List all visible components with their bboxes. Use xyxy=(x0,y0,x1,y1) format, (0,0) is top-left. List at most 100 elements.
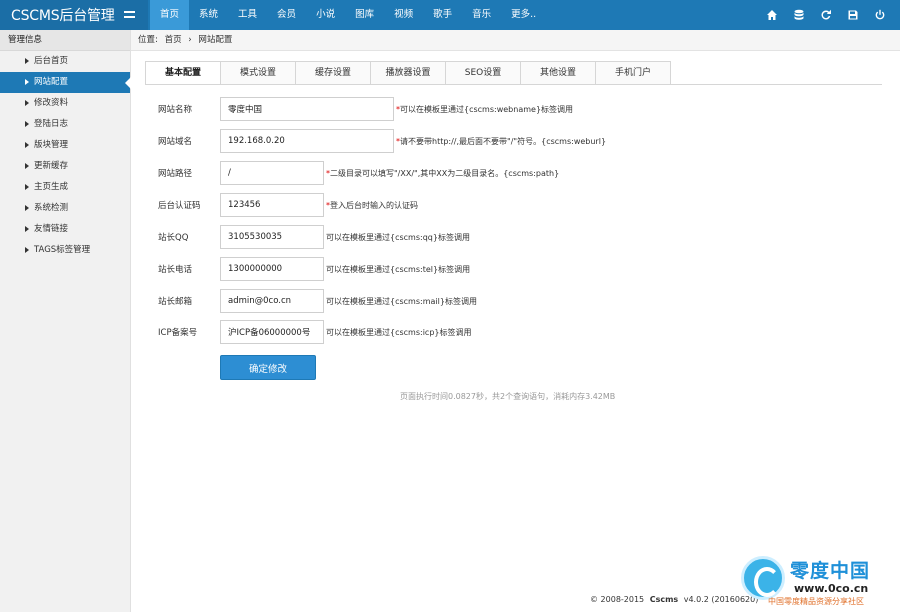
sidebar-menu: 后台首页网站配置修改资料登陆日志版块管理更新缓存主页生成系统检测友情链接 TAGS… xyxy=(0,51,131,261)
form-row: 站长邮箱 可以在模板里通过{cscms:mail}标签调用 xyxy=(158,289,477,313)
sidebar-item[interactable]: TAGS标签管理 xyxy=(0,240,130,261)
field-hint-text: 登入后台时输入的认证码 xyxy=(330,200,418,210)
settings-tabs: 基本配置 模式设置 缓存设置 播放器设置 SEO设置 其他设置 手机门户 xyxy=(145,61,671,85)
form-row: 网站域名 *请不要带http://,最后面不要带"/"符号。{cscms:webu… xyxy=(158,129,606,153)
caret-right-icon xyxy=(25,163,29,169)
field-hint-text: 可以在模板里通过{cscms:tel}标签调用 xyxy=(326,264,471,274)
sidebar-item[interactable]: 登陆日志 xyxy=(0,114,130,135)
field-hint-text: 可以在模板里通过{cscms:mail}标签调用 xyxy=(326,296,477,306)
sidebar-item[interactable]: 主页生成 xyxy=(0,177,130,198)
field-label: 站长电话 xyxy=(158,265,193,275)
form-row: 站长电话 可以在模板里通过{cscms:tel}标签调用 xyxy=(158,257,470,281)
nav-item[interactable]: 会员 xyxy=(267,0,306,30)
field-input[interactable] xyxy=(220,320,324,344)
field-hint: 可以在模板里通过{cscms:mail}标签调用 xyxy=(326,296,477,307)
breadcrumb-home-link[interactable]: 首页 xyxy=(165,35,182,45)
caret-right-icon xyxy=(25,184,29,190)
nav-item[interactable]: 工具 xyxy=(228,0,267,30)
nav-item[interactable]: 首页 xyxy=(150,0,190,30)
settings-tab[interactable]: 缓存设置 xyxy=(295,61,371,84)
sidebar-item[interactable]: 后台首页 xyxy=(0,51,130,72)
field-hint: 可以在模板里通过{cscms:qq}标签调用 xyxy=(326,232,470,243)
breadcrumb-separator: › xyxy=(188,35,192,45)
sidebar-item[interactable]: 系统检测 xyxy=(0,198,130,219)
nav-item[interactable]: 音乐 xyxy=(462,0,501,30)
top-nav: 首页 系统 工具 会员 小说 图库 视频 歌手 音乐 更多.. xyxy=(150,0,546,30)
form-row: 网站名称 *可以在模板里通过{cscms:webname}标签调用 xyxy=(158,97,573,121)
field-hint: 可以在模板里通过{cscms:icp}标签调用 xyxy=(326,327,472,338)
field-input[interactable] xyxy=(220,289,324,313)
sidebar-item[interactable]: 更新缓存 xyxy=(0,156,130,177)
sidebar-title: 管理信息 xyxy=(0,30,130,51)
field-input[interactable] xyxy=(220,257,324,281)
caret-right-icon xyxy=(25,247,29,253)
nav-item[interactable]: 更多.. xyxy=(501,0,546,30)
settings-tab[interactable]: 模式设置 xyxy=(220,61,296,84)
field-label: 网站域名 xyxy=(158,137,193,147)
field-label: ICP备案号 xyxy=(158,328,198,338)
field-input[interactable] xyxy=(220,97,394,121)
submit-button[interactable]: 确定修改 xyxy=(220,355,316,380)
field-input[interactable] xyxy=(220,225,324,249)
sidebar-item-label: 修改资料 xyxy=(34,98,69,108)
power-icon[interactable] xyxy=(874,9,886,21)
caret-right-icon xyxy=(25,79,29,85)
save-icon[interactable] xyxy=(847,9,859,21)
field-hint-text: 可以在模板里通过{cscms:webname}标签调用 xyxy=(400,104,574,114)
field-label: 站长邮箱 xyxy=(158,297,193,307)
top-icon-bar xyxy=(766,0,886,30)
settings-tab[interactable]: 基本配置 xyxy=(145,61,221,85)
home-icon[interactable] xyxy=(766,9,778,21)
breadcrumb-current: 网站配置 xyxy=(198,35,233,45)
settings-tab[interactable]: 播放器设置 xyxy=(370,61,446,84)
nav-item[interactable]: 歌手 xyxy=(423,0,462,30)
watermark-subtitle: 中国零度精品资源分享社区 xyxy=(768,597,864,606)
sidebar-item[interactable]: 友情链接 xyxy=(0,219,130,240)
watermark-logo: 零度中国 www.0co.cn 中国零度精品资源分享社区 xyxy=(738,556,898,612)
sidebar-item[interactable]: 版块管理 xyxy=(0,135,130,156)
field-input[interactable] xyxy=(220,129,394,153)
app-title: CSCMS后台管理 xyxy=(11,8,115,24)
settings-tab[interactable]: 手机门户 xyxy=(595,61,671,84)
caret-right-icon xyxy=(25,121,29,127)
footer-copyright: © 2008-2015 xyxy=(590,595,645,604)
sidebar: 管理信息 后台首页网站配置修改资料登陆日志版块管理更新缓存主页生成系统检测友情链… xyxy=(0,30,131,612)
form-row: 网站路径 *二级目录可以填写"/XX/",其中XX为二级目录名。{cscms:pa… xyxy=(158,161,559,185)
nav-item[interactable]: 小说 xyxy=(306,0,345,30)
breadcrumb-prefix: 位置: xyxy=(138,35,158,45)
footer: © 2008-2015 Cscms v4.0.2 (20160620) xyxy=(590,595,758,604)
sidebar-item[interactable]: 网站配置 xyxy=(0,72,131,93)
sidebar-item-label: 登陆日志 xyxy=(34,119,69,129)
sidebar-item-label: 系统检测 xyxy=(34,203,69,213)
sidebar-item-label: 版块管理 xyxy=(34,140,69,150)
field-hint-text: 可以在模板里通过{cscms:icp}标签调用 xyxy=(326,327,472,337)
settings-tab[interactable]: SEO设置 xyxy=(445,61,521,84)
performance-info: 页面执行时间0.0827秒，共2个查询语句，消耗内存3.42MB xyxy=(400,392,616,401)
sidebar-item-label: 更新缓存 xyxy=(34,161,69,171)
watermark-circle-icon xyxy=(741,556,785,600)
field-hint-text: 可以在模板里通过{cscms:qq}标签调用 xyxy=(326,232,470,242)
caret-right-icon xyxy=(25,58,29,64)
nav-item[interactable]: 系统 xyxy=(189,0,228,30)
field-label: 网站名称 xyxy=(158,105,193,115)
field-hint: *可以在模板里通过{cscms:webname}标签调用 xyxy=(396,104,574,114)
database-icon[interactable] xyxy=(793,9,805,21)
caret-right-icon xyxy=(25,100,29,106)
sidebar-item[interactable]: 修改资料 xyxy=(0,93,130,114)
settings-tab[interactable]: 其他设置 xyxy=(520,61,596,84)
nav-item[interactable]: 图库 xyxy=(345,0,384,30)
field-input[interactable] xyxy=(220,193,324,217)
nav-item[interactable]: 视频 xyxy=(384,0,423,30)
menu-toggle-icon[interactable] xyxy=(122,6,138,22)
field-input[interactable] xyxy=(220,161,324,185)
caret-right-icon xyxy=(25,226,29,232)
top-bar: CSCMS后台管理 首页 系统 工具 会员 小说 图库 视频 歌手 音乐 更多.. xyxy=(0,0,900,30)
field-hint-text: 请不要带http://,最后面不要带"/"符号。{cscms:weburl} xyxy=(400,136,607,146)
sidebar-item-label: 网站配置 xyxy=(34,77,69,87)
caret-right-icon xyxy=(25,142,29,148)
sidebar-item-label: 友情链接 xyxy=(34,224,69,234)
field-label: 网站路径 xyxy=(158,169,193,179)
refresh-icon[interactable] xyxy=(820,9,832,21)
field-label: 后台认证码 xyxy=(158,201,201,211)
field-label: 站长QQ xyxy=(158,233,189,243)
